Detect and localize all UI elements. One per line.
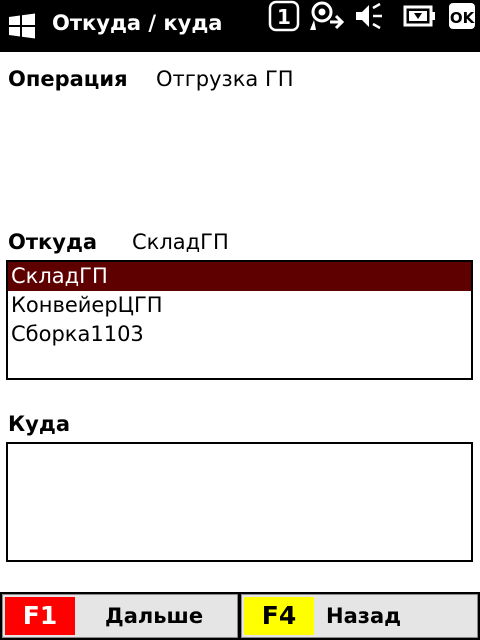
back-button-label: Назад — [326, 604, 402, 628]
windows-logo-icon[interactable] — [6, 10, 38, 42]
from-list-item[interactable]: Сборка1103 — [8, 320, 471, 349]
connectivity-icon[interactable] — [308, 0, 344, 32]
f1-key-badge: F1 — [5, 597, 75, 635]
to-label: Куда — [8, 412, 70, 436]
function-key-bar: F1 Дальше F4 Назад — [0, 592, 480, 640]
from-list-item[interactable]: СкладГП — [8, 262, 471, 291]
from-listbox[interactable]: СкладГП КонвейерЦГП Сборка1103 — [6, 260, 473, 380]
f4-key-badge: F4 — [244, 597, 314, 635]
operation-value: Отгрузка ГП — [156, 67, 294, 91]
from-list-item[interactable]: КонвейерЦГП — [8, 291, 471, 320]
ok-icon[interactable]: OK — [448, 0, 476, 32]
back-button[interactable]: F4 Назад — [241, 594, 478, 638]
speaker-icon[interactable] — [352, 0, 384, 32]
window-title: Откуда / куда — [52, 11, 223, 35]
next-button-label: Дальше — [105, 604, 204, 628]
operation-label: Операция — [8, 67, 128, 91]
battery-icon[interactable] — [402, 0, 438, 32]
next-button[interactable]: F1 Дальше — [2, 594, 238, 638]
to-listbox[interactable] — [6, 442, 473, 562]
from-value: СкладГП — [132, 230, 229, 254]
ok-label: OK — [450, 9, 476, 27]
notification-count: 1 — [277, 5, 291, 29]
title-bar: Откуда / куда 1 OK — [0, 0, 480, 52]
from-label: Откуда — [8, 230, 98, 254]
notification-count-icon[interactable]: 1 — [268, 0, 300, 32]
